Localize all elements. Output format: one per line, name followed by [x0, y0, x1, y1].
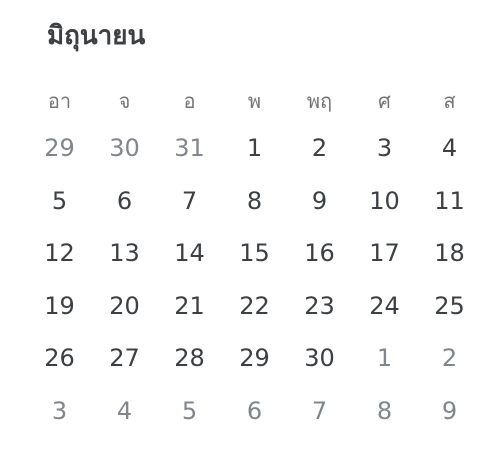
calendar-day-other-month[interactable]: 6 [222, 385, 287, 438]
calendar-day-other-month[interactable]: 29 [27, 122, 92, 175]
weekday-sat: ส [443, 89, 456, 113]
calendar-day[interactable]: 24 [352, 280, 417, 333]
calendar-day[interactable]: 1 [222, 122, 287, 175]
month-title: มิถุนายน [47, 21, 146, 51]
calendar-day-other-month[interactable]: 1 [352, 332, 417, 385]
calendar-day-other-month[interactable]: 3 [27, 385, 92, 438]
calendar-day[interactable]: 3 [352, 122, 417, 175]
calendar-day[interactable]: 20 [92, 280, 157, 333]
calendar-day-other-month[interactable]: 31 [157, 122, 222, 175]
calendar-day[interactable]: 28 [157, 332, 222, 385]
calendar-day-other-month[interactable]: 8 [352, 385, 417, 438]
calendar-day[interactable]: 6 [92, 175, 157, 228]
calendar-day[interactable]: 18 [417, 227, 482, 280]
calendar-grid: อา จ อ พ พฤ ศ ส 29 30 31 1 2 3 4 5 6 7 8 9 10 11 12 13 1… [27, 80, 482, 437]
calendar-day[interactable]: 19 [27, 280, 92, 333]
calendar-day[interactable]: 25 [417, 280, 482, 333]
calendar-day[interactable]: 27 [92, 332, 157, 385]
weekday-sun: อา [47, 89, 72, 113]
calendar-day[interactable]: 13 [92, 227, 157, 280]
calendar-day-other-month[interactable]: 5 [157, 385, 222, 438]
calendar-day[interactable]: 29 [222, 332, 287, 385]
calendar-day[interactable]: 30 [287, 332, 352, 385]
calendar-day[interactable]: 8 [222, 175, 287, 228]
calendar-week-row: 3456789 [27, 385, 482, 438]
calendar-day-other-month[interactable]: 7 [287, 385, 352, 438]
calendar-day[interactable]: 21 [157, 280, 222, 333]
calendar-day[interactable]: 22 [222, 280, 287, 333]
calendar-week-row: 26 27 28 29 30 1 2 [27, 332, 482, 385]
calendar-day[interactable]: 16 [287, 227, 352, 280]
weekday-tue: อ [183, 89, 196, 113]
calendar-day[interactable]: 14 [157, 227, 222, 280]
calendar-day[interactable]: 2 [287, 122, 352, 175]
weekday-fri: ศ [378, 89, 391, 113]
calendar-day[interactable]: 23 [287, 280, 352, 333]
calendar-day[interactable]: 9 [287, 175, 352, 228]
calendar-day[interactable]: 4 [417, 122, 482, 175]
month-calendar: มิถุนายน อา จ อ พ พฤ ศ ส 29 30 31 1 2 3 4 5 6 7 8 9… [0, 0, 500, 450]
calendar-day[interactable]: 5 [27, 175, 92, 228]
calendar-day[interactable]: 11 [417, 175, 482, 228]
calendar-week-row: 19 20 21 22 23 24 25 [27, 280, 482, 333]
calendar-day-other-month[interactable]: 9 [417, 385, 482, 438]
calendar-day[interactable]: 26 [27, 332, 92, 385]
calendar-day[interactable]: 10 [352, 175, 417, 228]
calendar-day[interactable]: 12 [27, 227, 92, 280]
calendar-day-other-month[interactable]: 2 [417, 332, 482, 385]
calendar-day[interactable]: 15 [222, 227, 287, 280]
calendar-week-row: 5 6 7 8 9 10 11 [27, 175, 482, 228]
calendar-weeks: 29 30 31 1 2 3 4 5 6 7 8 9 10 11 12 13 14 15 16 17 18 19 20 21 2… [27, 122, 482, 437]
calendar-week-row: 29 30 31 1 2 3 4 [27, 122, 482, 175]
calendar-day-other-month[interactable]: 30 [92, 122, 157, 175]
calendar-day[interactable]: 7 [157, 175, 222, 228]
calendar-week-row: 12 13 14 15 16 17 18 [27, 227, 482, 280]
weekday-header-row: อา จ อ พ พฤ ศ ส [27, 80, 482, 122]
weekday-thu: พฤ [306, 89, 333, 113]
calendar-day-other-month[interactable]: 4 [92, 385, 157, 438]
calendar-day[interactable]: 17 [352, 227, 417, 280]
weekday-mon: จ [118, 89, 131, 113]
weekday-wed: พ [247, 89, 262, 113]
